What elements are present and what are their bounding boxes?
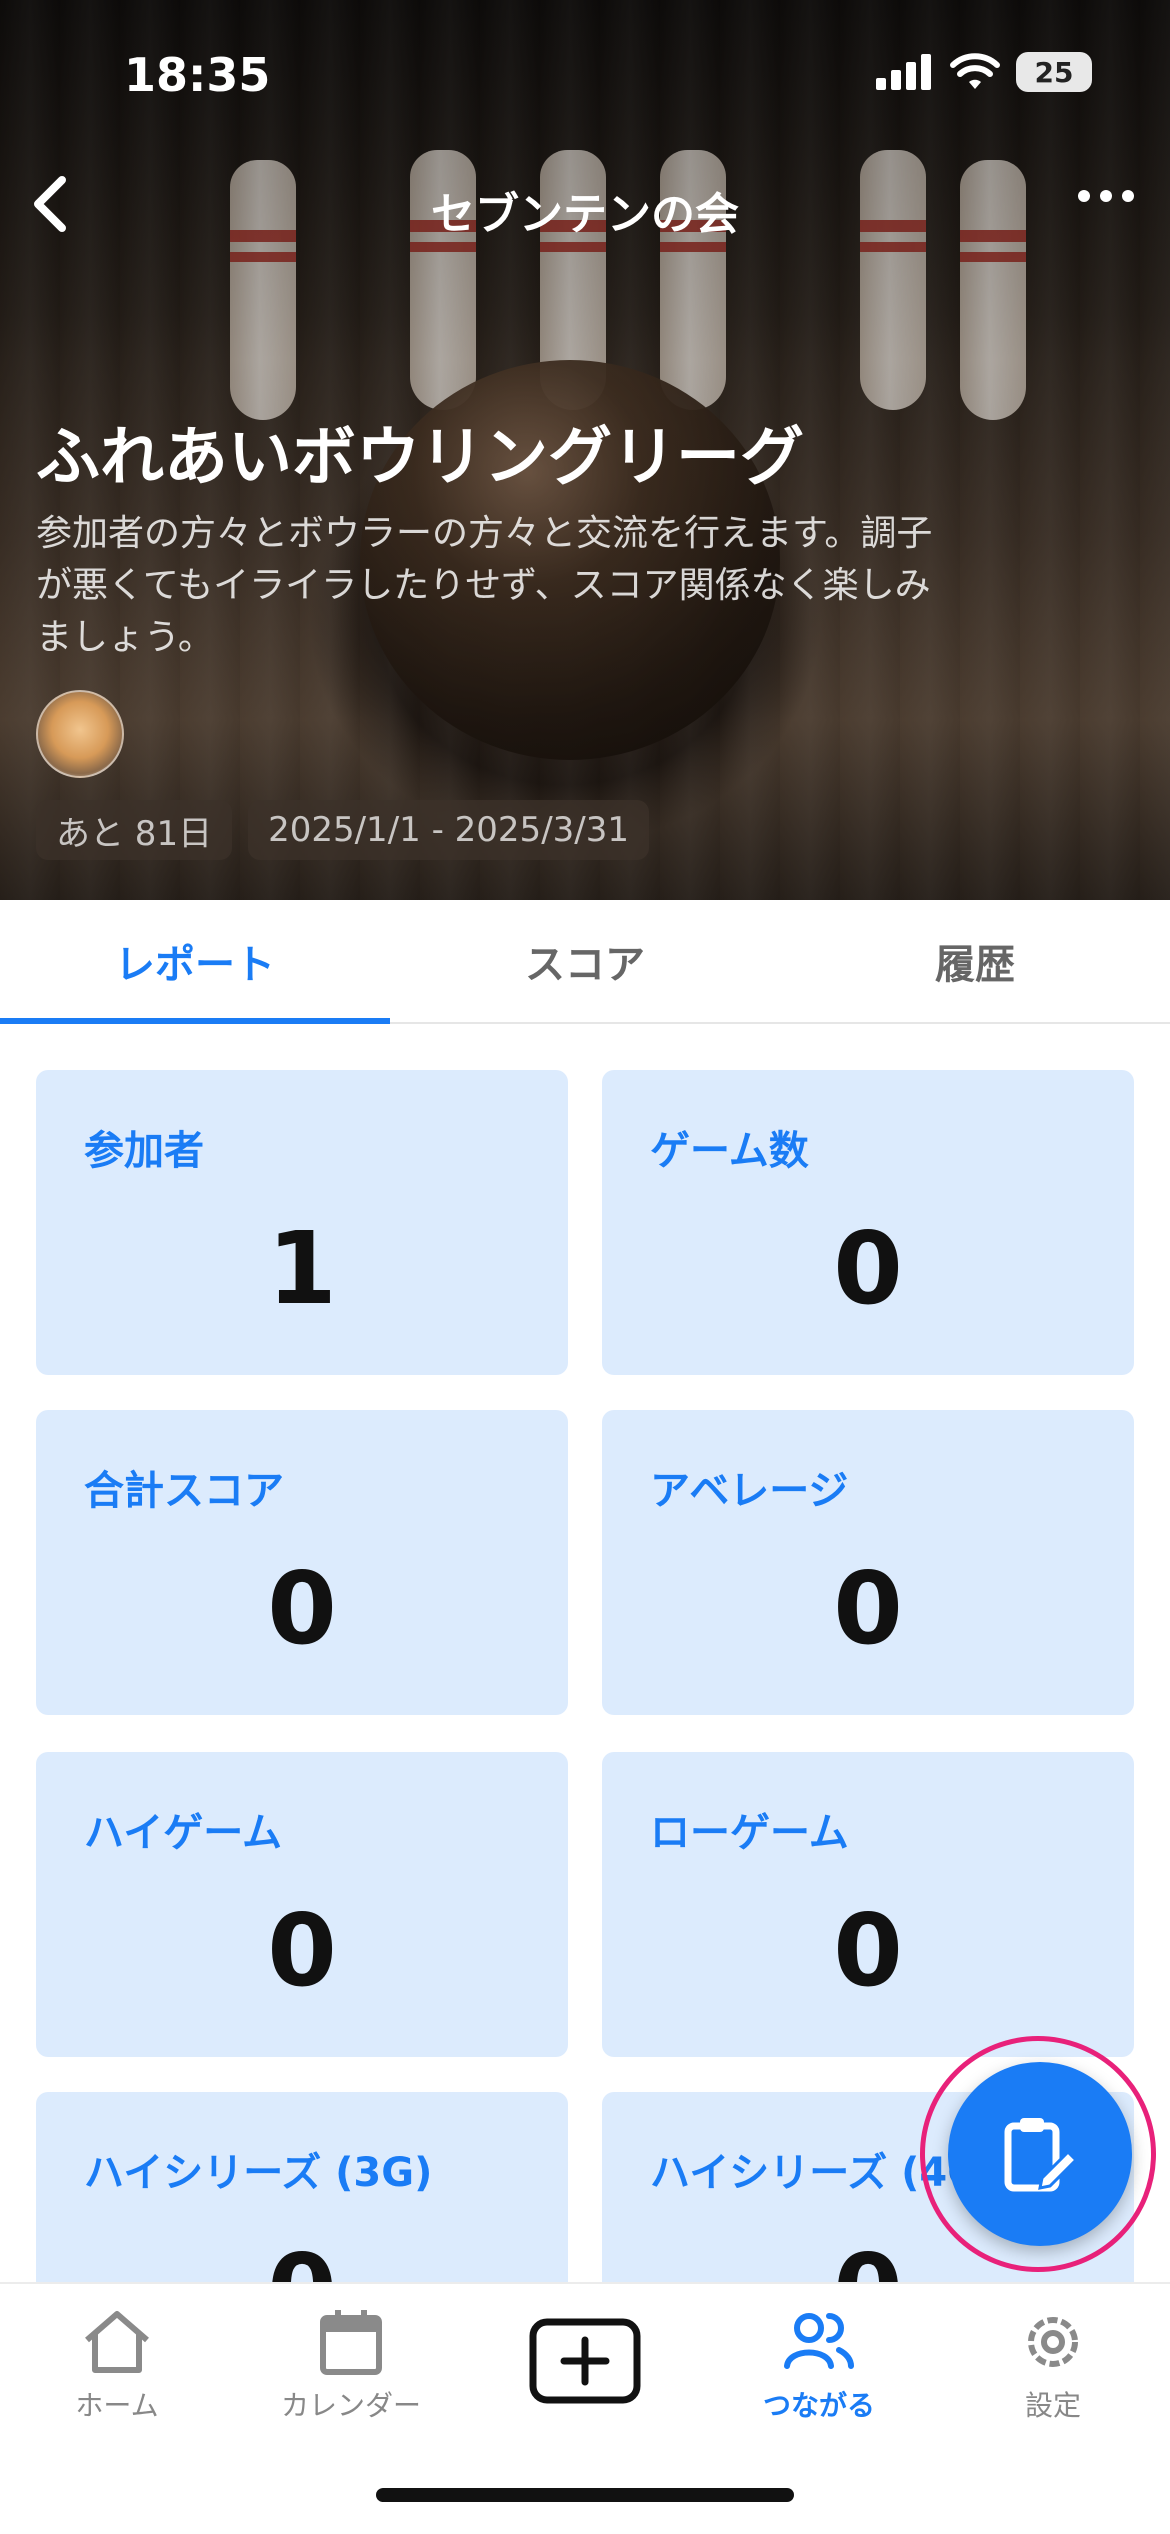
tab-history[interactable]: 履歴 [780, 900, 1170, 1022]
nav-item-settings[interactable]: 設定 [936, 2308, 1170, 2424]
nav-label: つながる [762, 2389, 875, 2422]
stat-card-participants: 参加者 1 [36, 1070, 568, 1375]
nav-label: ホーム [75, 2389, 159, 2422]
nav-label: カレンダー [280, 2389, 421, 2422]
battery-icon: 25 [1016, 52, 1092, 92]
nav-item-add[interactable] [468, 2318, 702, 2404]
clipboard-edit-icon [1004, 2118, 1079, 2192]
stat-value: 0 [267, 1892, 337, 2009]
remaining-days-badge: あと 81日 [36, 800, 233, 860]
nav-item-connect[interactable]: つながる [702, 2308, 936, 2424]
home-icon [85, 2311, 149, 2373]
status-icons: 25 [876, 52, 1092, 92]
nav-label: 設定 [1024, 2389, 1081, 2422]
stat-value: 0 [833, 1892, 903, 2009]
tab-bar: レポート スコア 履歴 [0, 900, 1170, 1024]
stat-value: 0 [833, 1550, 903, 1667]
stat-label: ハイシリーズ (3G) [84, 2150, 433, 2196]
signal-icon [876, 54, 931, 90]
stat-value: 0 [833, 1210, 903, 1327]
stat-label: ローゲーム [650, 1810, 849, 1856]
stat-label: 合計スコア [84, 1468, 284, 1514]
stat-label: アベレージ [650, 1468, 849, 1514]
calendar-icon [320, 2310, 382, 2375]
stat-card-average: アベレージ 0 [602, 1410, 1134, 1715]
gear-icon [1028, 2317, 1078, 2367]
avatar[interactable] [36, 690, 124, 778]
stat-card-total-score: 合計スコア 0 [36, 1410, 568, 1715]
stat-label: ゲーム数 [650, 1128, 809, 1174]
stat-card-high-game: ハイゲーム 0 [36, 1752, 568, 2057]
more-options-button[interactable] [1078, 190, 1134, 202]
people-icon [784, 2313, 854, 2369]
plus-box-icon [529, 2318, 641, 2404]
tab-report[interactable]: レポート [0, 900, 390, 1024]
tab-score[interactable]: スコア [390, 900, 780, 1022]
stat-label: 参加者 [84, 1128, 204, 1174]
stat-value: 0 [267, 1550, 337, 1667]
wifi-icon [950, 53, 1000, 89]
league-description: 参加者の方々とボウラーの方々と交流を行えます。調子が悪くてもイライラしたりせず、… [36, 513, 933, 658]
status-time: 18:35 [124, 48, 271, 102]
stat-label: ハイゲーム [84, 1810, 282, 1856]
add-score-button[interactable] [948, 2062, 1132, 2246]
page-title: セブンテンの会 [431, 189, 739, 240]
dot-icon [1122, 190, 1134, 202]
stat-card-low-game: ローゲーム 0 [602, 1752, 1134, 2057]
stat-value: 1 [267, 1210, 337, 1327]
nav-item-calendar[interactable]: カレンダー [234, 2308, 468, 2424]
hero-banner: 18:35 25 セブンテンの会 ふれあいボウリングリーグ 参加者の方々とボウラ… [0, 0, 1170, 900]
nav-item-home[interactable]: ホーム [0, 2308, 234, 2424]
league-title: ふれあいボウリングリーグ [36, 421, 804, 495]
stat-card-games: ゲーム数 0 [602, 1070, 1134, 1375]
dot-icon [1100, 190, 1112, 202]
league-meta: あと 81日 2025/1/1 - 2025/3/31 [36, 800, 649, 860]
period-badge: 2025/1/1 - 2025/3/31 [248, 800, 649, 860]
home-indicator[interactable] [376, 2488, 794, 2502]
dot-icon [1078, 190, 1090, 202]
